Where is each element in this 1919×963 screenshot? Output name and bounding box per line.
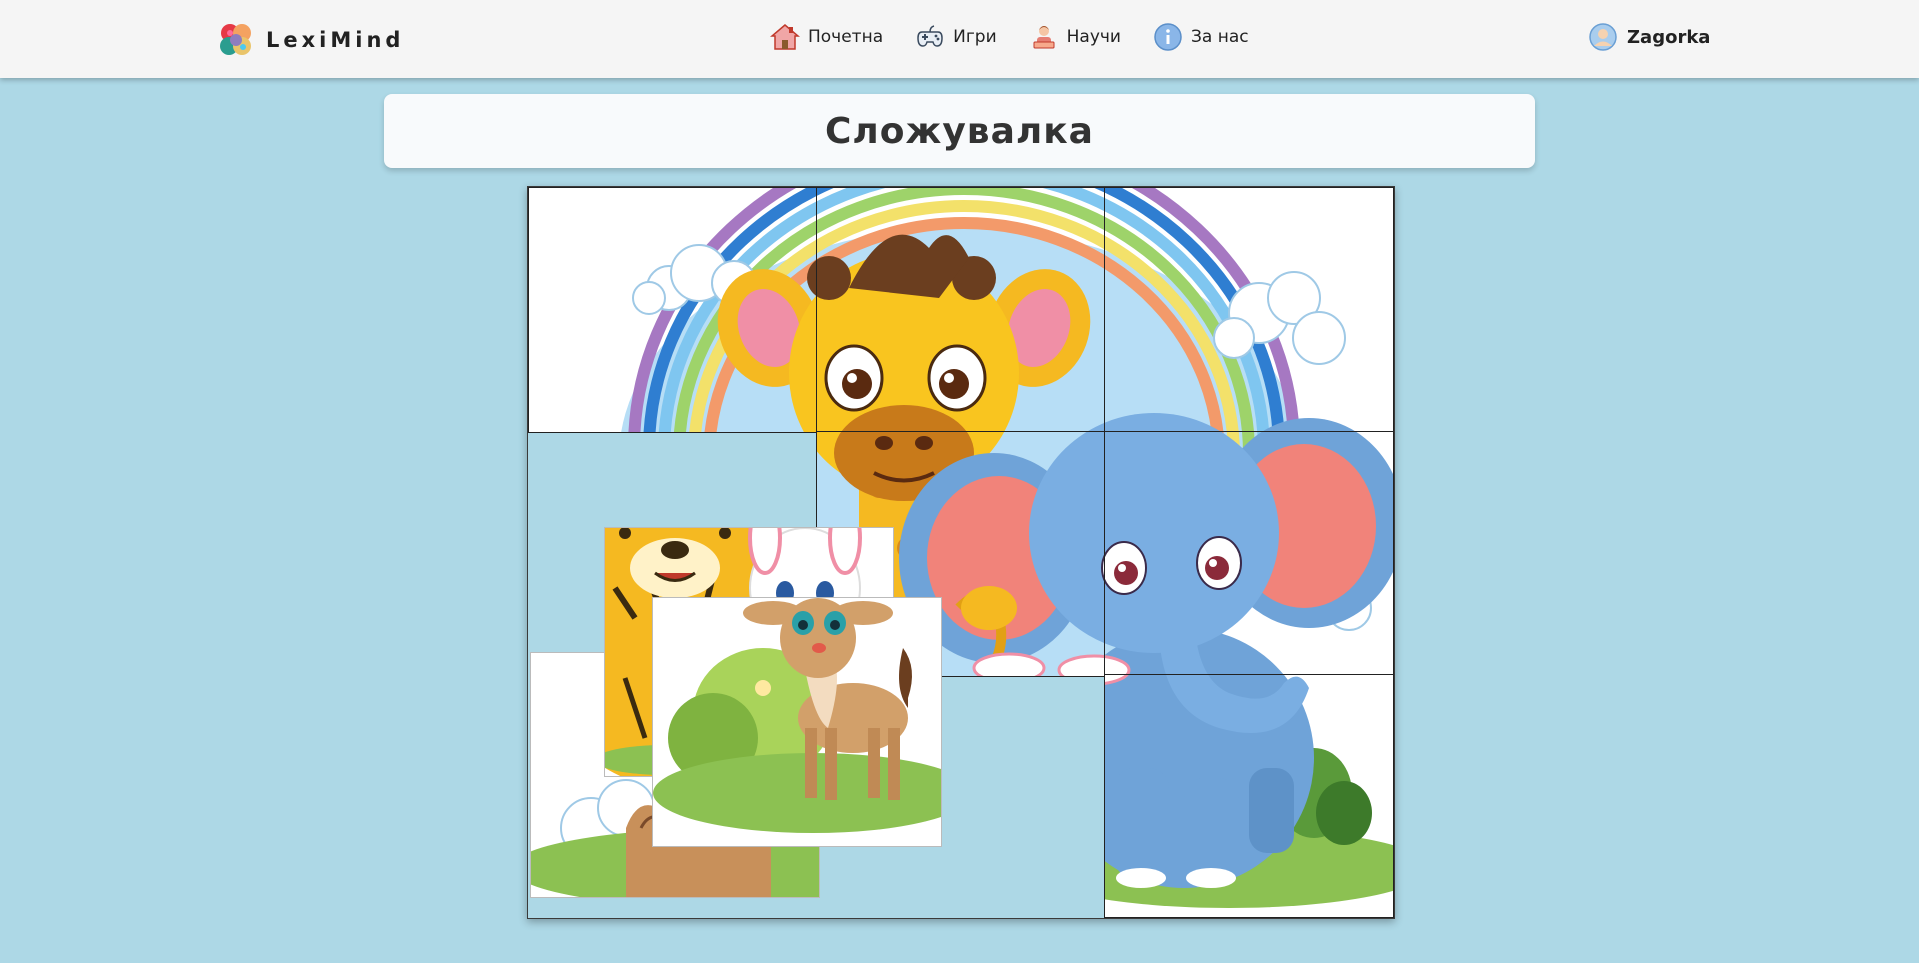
main-nav: Почетна Игри Научи За нас [770,22,1249,52]
nav-learn[interactable]: Научи [1029,22,1121,52]
student-icon [1033,26,1055,49]
nav-about[interactable]: За нас [1153,22,1249,52]
user-profile-link[interactable]: Zagorka [1588,22,1710,52]
top-navbar: LexiMind Почетна Игри Научи За нас Zagor… [0,0,1919,78]
user-name: Zagorka [1627,26,1711,48]
nav-home-label: Почетна [808,27,884,47]
puzzle-board [527,186,1395,919]
user-avatar-icon [1589,23,1617,51]
page-title-card: Сложувалка [384,94,1535,168]
home-icon [770,24,800,50]
nav-learn-label: Научи [1066,27,1121,47]
brain-puzzle-icon [220,24,251,55]
puzzle-tile-r1c1[interactable] [528,187,818,433]
gamepad-icon [917,25,943,47]
nav-about-label: За нас [1190,27,1249,47]
puzzle-tile-r1c2[interactable] [816,187,1106,433]
puzzle-tile-r1c3[interactable] [1104,187,1394,433]
puzzle-tile-r2c3[interactable] [1104,431,1394,677]
brand-logo-link[interactable]: LexiMind [216,20,404,60]
puzzle-tile-r3c3[interactable] [1104,674,1394,918]
nav-games-label: Игри [953,27,997,47]
nav-home[interactable]: Почетна [770,22,883,52]
loose-piece-deer[interactable] [652,597,942,847]
page-title: Сложувалка [825,110,1094,152]
nav-games[interactable]: Игри [915,22,997,52]
info-icon [1154,23,1182,51]
brand-name: LexiMind [266,28,405,52]
